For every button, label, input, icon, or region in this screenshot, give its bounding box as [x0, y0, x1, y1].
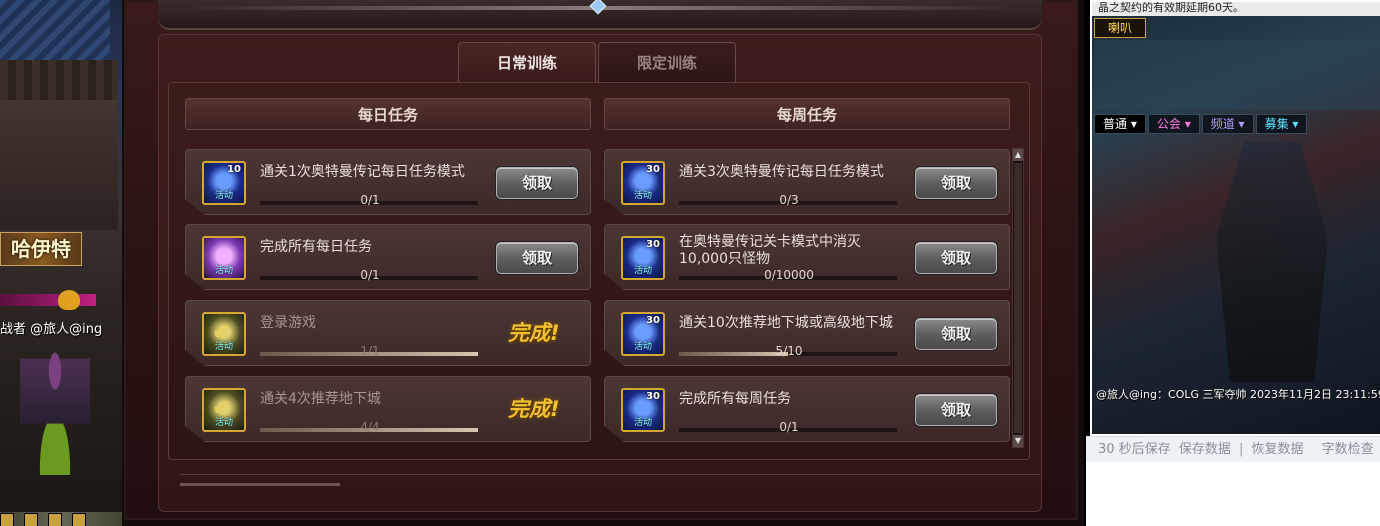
claim-button[interactable]: 领取 — [915, 318, 997, 350]
completed-label: 完成! — [508, 321, 560, 345]
chat-channel-tabs: 普通 ▾ 公会 ▾ 频道 ▾ 募集 ▾ — [1094, 114, 1308, 134]
task-title: 完成所有每日任务 — [260, 239, 372, 255]
weekly-task-4: 30 活动 完成所有每周任务 0/1 领取 — [604, 376, 1010, 442]
task-progress-text: 0/3 — [779, 193, 799, 207]
task-title: 完成所有每周任务 — [679, 391, 791, 407]
horn-message-area — [1094, 40, 1380, 110]
building-wall — [0, 100, 118, 230]
task-title: 通关10次推荐地下城或高级地下城 — [679, 315, 893, 331]
save-data-link[interactable]: 保存数据 — [1179, 442, 1231, 457]
weekly-task-1: 30 活动 通关3次奥特曼传记每日任务模式 0/3 领取 — [604, 149, 1010, 215]
activity-reward-icon: 10 活动 — [202, 161, 246, 205]
chat-message: @旅人@ing：COLG 三军夺帅 2023年11月2日 23:11:59 — [1096, 388, 1380, 401]
player-hp-bar — [0, 294, 96, 306]
tab-channel-recruit[interactable]: 募集 ▾ — [1255, 114, 1308, 134]
task-progress-text: 1/1 — [360, 344, 380, 358]
task-title: 通关4次推荐地下城 — [260, 391, 381, 407]
skill-slot-icon[interactable] — [72, 513, 86, 526]
separator: | — [1238, 442, 1244, 457]
task-progress-text: 0/1 — [360, 268, 380, 282]
system-notice: 晶之契约的有效期延期60天。 — [1092, 2, 1380, 16]
checkmark-icon: ✔ 活动 — [202, 388, 246, 432]
activity-reward-icon: 30 活动 — [621, 236, 665, 280]
horn-button[interactable]: 喇叭 — [1094, 18, 1146, 38]
autosave-status: 30 秒后保存 — [1098, 442, 1171, 457]
claim-button[interactable]: 领取 — [496, 167, 578, 199]
tab-channel-channel[interactable]: 频道 ▾ — [1201, 114, 1254, 134]
editor-toolbar: 30 秒后保存 保存数据 | 恢复数据 字数检查 — [1086, 436, 1380, 462]
daily-task-1: 10 活动 通关1次奥特曼传记每日任务模式 0/1 领取 — [185, 149, 591, 215]
tab-limited-training[interactable]: 限定训练 — [598, 42, 736, 82]
tab-channel-normal[interactable]: 普通 ▾ — [1094, 114, 1146, 134]
roof-tiles — [0, 0, 110, 60]
completed-label: 完成! — [508, 397, 560, 421]
claim-button[interactable]: 领取 — [496, 242, 578, 274]
activity-reward-icon: 30 活动 — [621, 312, 665, 356]
task-progress-text: 4/4 — [360, 420, 380, 434]
restore-data-link[interactable]: 恢复数据 — [1252, 442, 1304, 457]
claim-button[interactable]: 领取 — [915, 242, 997, 274]
claim-button[interactable]: 领取 — [915, 167, 997, 199]
skill-slot-icon[interactable] — [24, 513, 38, 526]
weekly-task-3: 30 活动 通关10次推荐地下城或高级地下城 5/10 领取 — [604, 300, 1010, 366]
tab-daily-training[interactable]: 日常训练 — [458, 42, 596, 82]
task-title: 通关3次奥特曼传记每日任务模式 — [679, 164, 884, 180]
scroll-down-icon[interactable]: ▼ — [1013, 435, 1023, 447]
activity-reward-icon: 活动 — [202, 236, 246, 280]
task-title: 登录游戏 — [260, 315, 316, 331]
checkmark-icon: ✔ 活动 — [202, 312, 246, 356]
chat-window: 晶之契约的有效期延期60天。 喇叭 普通 ▾ 公会 ▾ 频道 ▾ 募集 ▾ @旅… — [1090, 0, 1380, 436]
task-progress-text: 0/10000 — [764, 268, 814, 282]
task-progress-text: 0/1 — [360, 193, 380, 207]
npc-name-plate[interactable]: 哈伊特 — [0, 232, 82, 266]
editor-area: 30 秒后保存 保存数据 | 恢复数据 字数检查 — [1086, 436, 1380, 526]
panel-bottom-ornament — [180, 474, 1040, 502]
weekly-scrollbar[interactable]: ▲ ▼ — [1012, 148, 1024, 448]
player-name: 战者 @旅人@ing — [0, 322, 103, 337]
skill-bar — [0, 512, 122, 526]
activity-reward-icon: 30 活动 — [621, 161, 665, 205]
task-title: 通关1次奥特曼传记每日任务模式 — [260, 164, 465, 180]
skill-slot-icon[interactable] — [48, 513, 62, 526]
task-progress-text: 0/1 — [779, 420, 799, 434]
skill-slot-icon[interactable] — [0, 513, 14, 526]
daily-task-3: ✔ 活动 登录游戏 1/1 完成! — [185, 300, 591, 366]
background-art — [1216, 142, 1328, 382]
task-progress-text: 5/10 — [775, 344, 803, 358]
task-title: 在奥特曼传记关卡模式中消灭10,000只怪物 — [679, 234, 861, 267]
activity-reward-icon: 30 活动 — [621, 388, 665, 432]
daily-task-4: ✔ 活动 通关4次推荐地下城 4/4 完成! — [185, 376, 591, 442]
tab-channel-guild[interactable]: 公会 ▾ — [1147, 114, 1200, 134]
player-character[interactable] — [20, 345, 90, 475]
weekly-tasks-header: 每周任务 — [604, 98, 1010, 130]
building-eaves — [0, 60, 118, 100]
scroll-up-icon[interactable]: ▲ — [1013, 149, 1023, 161]
claim-button[interactable]: 领取 — [915, 394, 997, 426]
daily-tasks-header: 每日任务 — [185, 98, 591, 130]
daily-task-2: 活动 完成所有每日任务 0/1 领取 — [185, 224, 591, 290]
game-scene: 哈伊特 战者 @旅人@ing — [0, 0, 122, 526]
skull-icon — [58, 290, 80, 310]
scroll-thumb[interactable] — [1014, 163, 1022, 433]
word-count-link[interactable]: 字数检查 — [1322, 442, 1374, 457]
weekly-task-2: 30 活动 在奥特曼传记关卡模式中消灭10,000只怪物 0/10000 领取 — [604, 224, 1010, 290]
